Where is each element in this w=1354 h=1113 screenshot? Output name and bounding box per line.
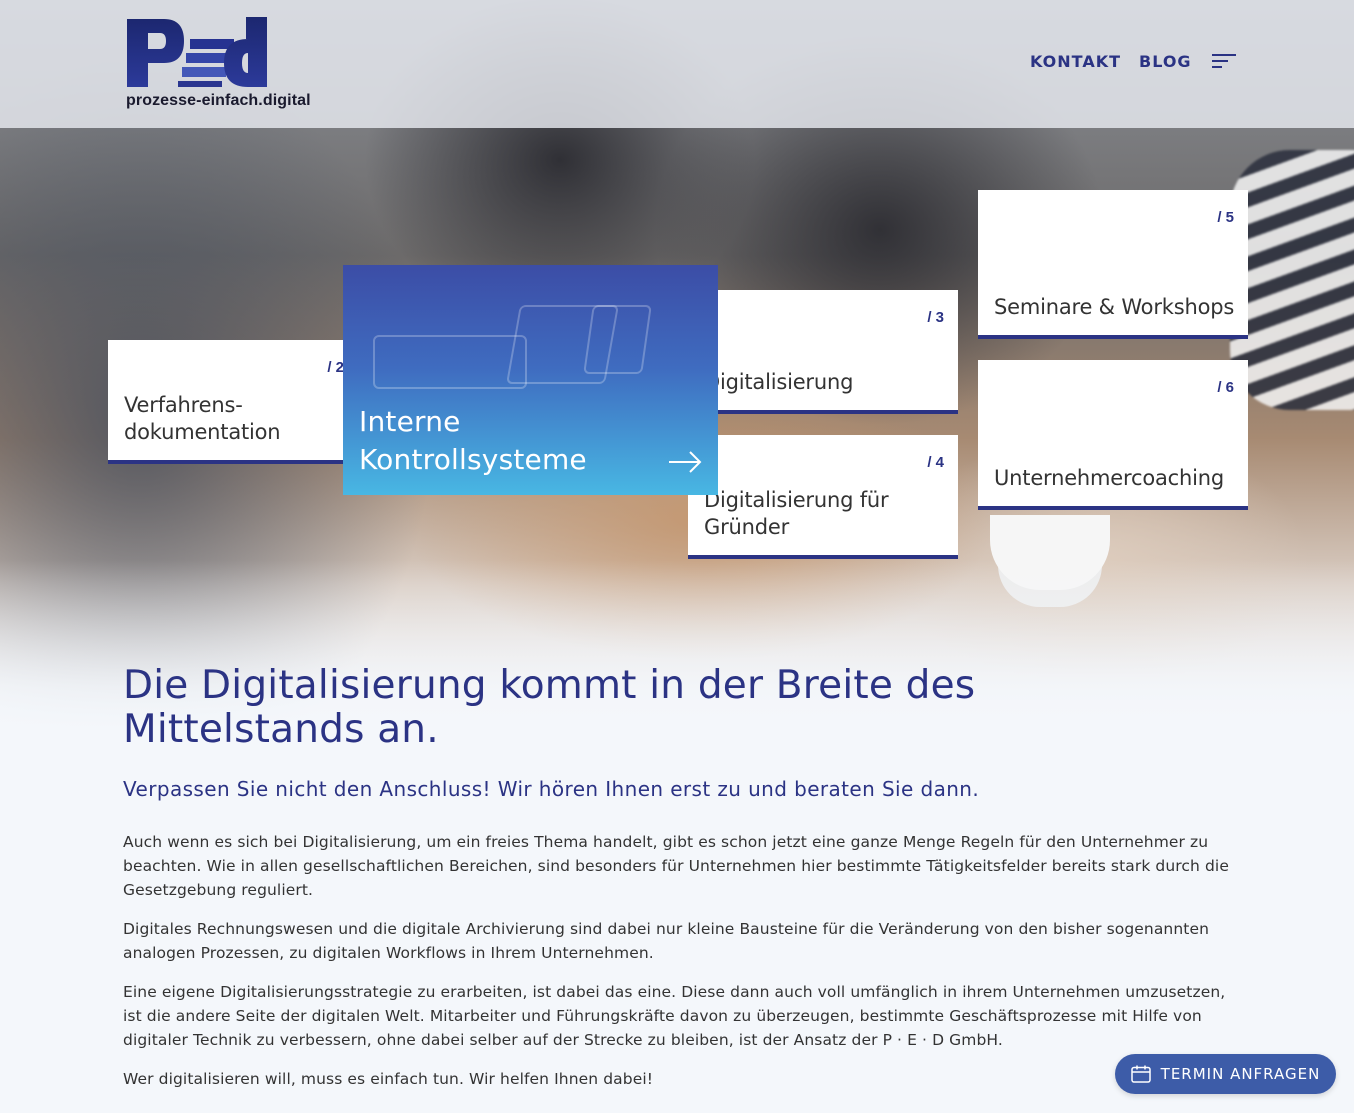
tile-number: / 2	[327, 359, 344, 376]
tile-label: Digitalisierung für Gründer	[704, 488, 889, 539]
tile-label: Verfahrens- dokumentation	[124, 393, 281, 444]
tile-verfahrensdokumentation[interactable]: / 2 Verfahrens- dokumentation	[108, 340, 358, 464]
tile-photo-tablet	[583, 305, 652, 374]
nav-link-kontakt[interactable]: KONTAKT	[1030, 52, 1121, 71]
calendar-icon	[1130, 1065, 1151, 1083]
paragraph: Wer digitalisieren will, muss es einfach…	[123, 1070, 654, 1088]
termin-anfragen-label: TERMIN ANFRAGEN	[1160, 1065, 1321, 1083]
logo-text[interactable]: prozesse-einfach.digital	[126, 92, 311, 110]
tile-number: / 5	[1217, 209, 1234, 226]
tile-digitalisierung-gruender[interactable]: / 4 Digitalisierung für Gründer	[688, 435, 958, 559]
main-content: Die Digitalisierung kommt in der Breite …	[123, 664, 1233, 1091]
tile-photo-model	[373, 335, 527, 389]
tile-number: / 6	[1217, 379, 1234, 396]
nav-link-blog[interactable]: BLOG	[1139, 52, 1192, 71]
tile-number: / 4	[927, 454, 944, 471]
tile-label: Interne Kontrollsysteme	[359, 405, 587, 476]
tile-label: Unternehmercoaching	[994, 466, 1224, 490]
hero-photo-striped-sleeve	[1230, 150, 1354, 410]
tile-seminare-workshops[interactable]: / 5 Seminare & Workshops	[978, 190, 1248, 339]
arrow-right-icon[interactable]	[668, 451, 702, 473]
page-subheadline: Verpassen Sie nicht den Anschluss! Wir h…	[123, 777, 980, 801]
tile-label: Digitalisierung	[704, 370, 854, 394]
termin-anfragen-button[interactable]: TERMIN ANFRAGEN	[1115, 1054, 1336, 1094]
hamburger-menu-icon[interactable]	[1212, 54, 1236, 72]
tile-interne-kontrollsysteme[interactable]: Interne Kontrollsysteme	[343, 265, 718, 495]
paragraph: Eine eigene Digitalisierungsstrategie zu…	[123, 983, 1226, 1049]
tile-unternehmercoaching[interactable]: / 6 Unternehmercoaching	[978, 360, 1248, 510]
page-headline: Die Digitalisierung kommt in der Breite …	[123, 663, 976, 752]
paragraph: Auch wenn es sich bei Digitalisierung, u…	[123, 833, 1229, 899]
site-header: prozesse-einfach.digital KONTAKT BLOG	[0, 0, 1354, 128]
tile-digitalisierung[interactable]: / 3 Digitalisierung	[688, 290, 958, 414]
tile-number: / 3	[927, 309, 944, 326]
tile-label: Seminare & Workshops	[994, 295, 1235, 319]
paragraph: Digitales Rechnungswesen und die digital…	[123, 920, 1210, 962]
